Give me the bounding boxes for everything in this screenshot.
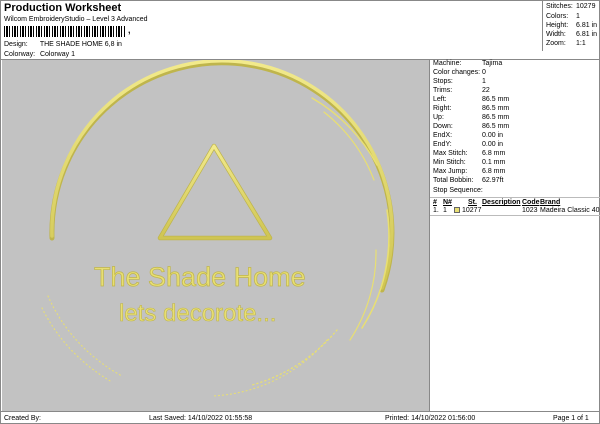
info-machine: Machine: Tajima — [433, 60, 503, 67]
worksheet-footer: Created By: Last Saved: 14/10/2022 01:55… — [1, 411, 600, 424]
info-stops: Stops: 1 — [433, 78, 486, 85]
embroidery-design: The Shade Home lets decorote... — [41, 60, 395, 397]
machine-info-panel: Machine: Tajima Color changes: 0 Stops: 1 T… — [429, 60, 600, 411]
worksheet-header: Production Worksheet Wilcom EmbroiderySt… — [1, 1, 600, 60]
design-stats: Stitches: 10279 Colors: 1 Height: 6.81 in W… — [542, 1, 600, 51]
row-num: 1. — [433, 207, 439, 214]
colorway-label: Colorway: — [4, 51, 36, 58]
info-up: Up: 86.5 mm — [433, 114, 510, 121]
stat-width: Width: 6.81 in — [546, 31, 598, 38]
design-label: Design: — [4, 41, 28, 48]
col-num: # — [433, 199, 437, 206]
worksheet-title: Production Worksheet — [4, 2, 122, 14]
colorway-value: Colorway 1 — [39, 51, 75, 58]
colorway-row: Colorway: Colorway 1 — [4, 51, 75, 58]
info-right: Right: 86.5 mm — [433, 105, 510, 112]
info-left: Left: 86.5 mm — [433, 96, 510, 103]
row-st: 10277 — [462, 207, 482, 214]
design-row: Design: THE SHADE HOME 6,8 in — [4, 41, 122, 48]
ring-dots-3 — [41, 307, 113, 383]
brand-line-1: The Shade Home — [94, 262, 306, 292]
col-description: Description — [482, 199, 521, 206]
ring-dots-1 — [251, 329, 338, 386]
info-trims: Trims: 22 — [433, 87, 490, 94]
software-name: Wilcom EmbroideryStudio – Level 3 Advanc… — [4, 16, 148, 23]
triangle-shadow — [157, 143, 273, 241]
info-endy: EndY: 0.00 in — [433, 141, 504, 148]
col-st: St. — [468, 199, 477, 206]
triangle-logo — [158, 144, 272, 240]
col-code: Code — [522, 199, 540, 206]
row-brand: Madeira Classic 40 — [540, 207, 600, 214]
row-code: 1023 — [522, 207, 538, 214]
info-min-stitch: Min Stitch: 0.1 mm — [433, 159, 506, 166]
design-preview: The Shade Home lets decorote... — [2, 60, 429, 411]
outer-ring — [50, 60, 394, 290]
info-down: Down: 86.5 mm — [433, 123, 510, 130]
col-n: N# — [443, 199, 452, 206]
stat-stitches: Stitches: 10279 — [546, 3, 596, 10]
ring-dots-2 — [211, 339, 328, 397]
stat-height: Height: 6.81 in — [546, 22, 598, 29]
info-max-jump: Max Jump: 6.8 mm — [433, 168, 506, 175]
info-endx: EndX: 0.00 in — [433, 132, 504, 139]
stop-sequence-header: # N# St. Description Code Brand — [430, 197, 600, 206]
outer-ring-shadow — [49, 60, 395, 293]
stat-zoom: Zoom: 1:1 — [546, 40, 586, 47]
barcode — [4, 26, 126, 37]
col-brand: Brand — [540, 199, 561, 206]
table-row: 1. 1 10277 1023 Madeira Classic 40 — [430, 206, 600, 216]
thread-color-swatch — [454, 207, 460, 213]
info-color-changes: Color changes: 0 — [433, 69, 486, 76]
production-worksheet: Production Worksheet Wilcom EmbroiderySt… — [0, 0, 600, 424]
info-total-bobbin: Total Bobbin: 62.97ft — [433, 177, 504, 184]
printed-date: Printed: 14/10/2022 01:56:00 — [385, 415, 476, 422]
last-saved: Last Saved: 14/10/2022 01:55:58 — [149, 415, 253, 422]
created-by: Created By: — [4, 415, 41, 422]
page-number: Page 1 of 1 — [553, 415, 589, 422]
row-n: 1 — [443, 207, 447, 214]
info-max-stitch: Max Stitch: 6.8 mm — [433, 150, 506, 157]
barcode-suffix: , — [128, 25, 131, 35]
stat-colors: Colors: 1 — [546, 13, 580, 20]
stop-sequence-title: Stop Sequence: — [433, 187, 483, 194]
brand-line-2: lets decorote... — [119, 300, 276, 327]
design-value: THE SHADE HOME 6,8 in — [39, 41, 122, 48]
